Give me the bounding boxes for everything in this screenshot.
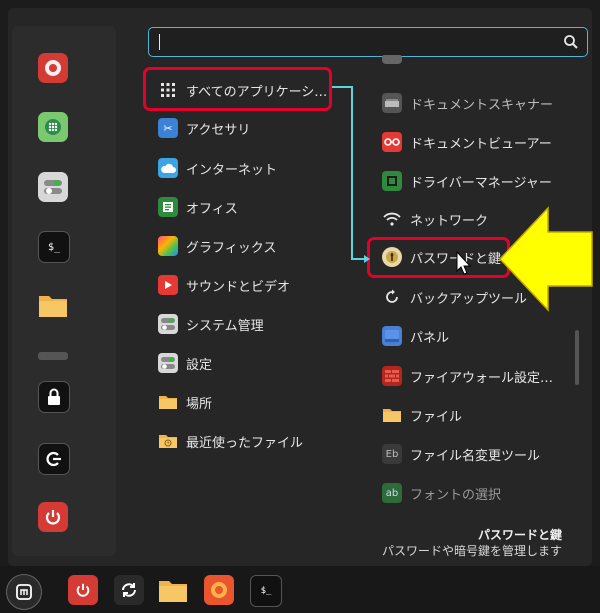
connector-line <box>332 86 370 263</box>
mouse-cursor-icon <box>456 250 472 275</box>
annotation-overlay <box>332 86 593 312</box>
power-icon[interactable] <box>68 575 98 605</box>
firefox-icon[interactable] <box>204 575 234 605</box>
folder-icon[interactable] <box>158 575 188 605</box>
yellow-arrow-icon <box>498 206 593 312</box>
description-title: パスワードと鍵 <box>477 528 562 542</box>
mint-menu-icon[interactable] <box>6 574 42 610</box>
terminal-icon[interactable]: $_ <box>250 575 282 607</box>
refresh-icon[interactable] <box>114 575 144 605</box>
description-text: パスワードや暗号鍵を管理します <box>381 544 562 558</box>
